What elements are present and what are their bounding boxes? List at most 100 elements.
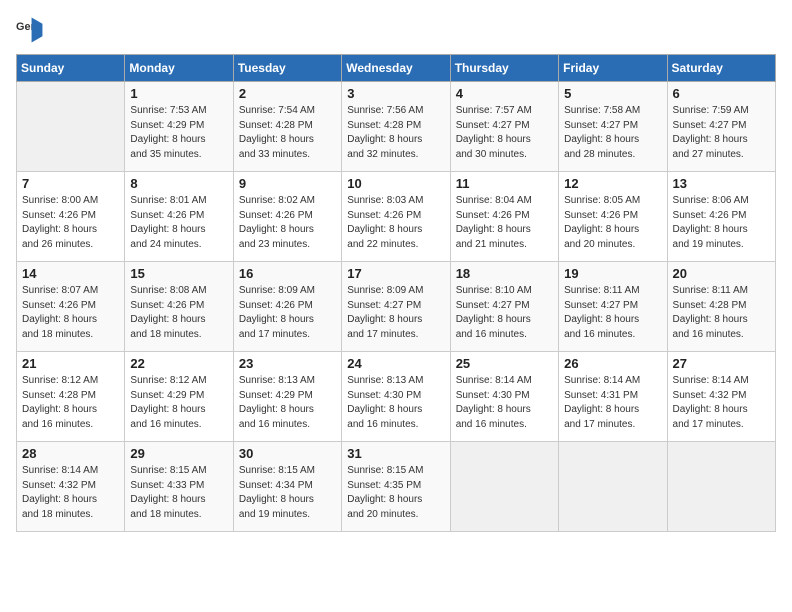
day-number: 24 — [347, 356, 444, 371]
day-info: Sunrise: 8:06 AMSunset: 4:26 PMDaylight:… — [673, 194, 770, 252]
day-number: 8 — [130, 176, 227, 191]
page-header: Gen — [16, 16, 776, 44]
calendar-cell: 20Sunrise: 8:11 AMSunset: 4:28 PMDayligh… — [667, 262, 775, 352]
header-wednesday: Wednesday — [342, 55, 450, 82]
day-info: Sunrise: 8:11 AMSunset: 4:27 PMDaylight:… — [564, 284, 661, 342]
day-number: 17 — [347, 266, 444, 281]
calendar-cell: 7 Sunrise: 8:00 AMSunset: 4:26 PMDaylight… — [17, 172, 125, 262]
day-info: Sunrise: 8:15 AMSunset: 4:33 PMDaylight:… — [130, 464, 227, 522]
calendar-cell: 24 Sunrise: 8:13 AMSunset: 4:30 PMDayligh… — [342, 352, 450, 442]
calendar-cell: 9 Sunrise: 8:02 AMSunset: 4:26 PMDaylight… — [233, 172, 341, 262]
calendar-cell: 1 Sunrise: 7:53 AMSunset: 4:29 PMDaylight… — [125, 82, 233, 172]
calendar-cell: 14 Sunrise: 8:07 AMSunset: 4:26 PMDayligh… — [17, 262, 125, 352]
calendar-week-4: 21Sunrise: 8:12 AMSunset: 4:28 PMDayligh… — [17, 352, 776, 442]
day-info: Sunrise: 8:07 AMSunset: 4:26 PMDaylight:… — [22, 284, 119, 342]
day-number: 16 — [239, 266, 336, 281]
calendar-cell: 26 Sunrise: 8:14 AMSunset: 4:31 PMDayligh… — [559, 352, 667, 442]
day-info: Sunrise: 8:14 AMSunset: 4:30 PMDaylight:… — [456, 374, 553, 432]
header-monday: Monday — [125, 55, 233, 82]
day-info: Sunrise: 7:57 AMSunset: 4:27 PMDaylight:… — [456, 104, 553, 162]
calendar-cell — [17, 82, 125, 172]
day-number: 25 — [456, 356, 553, 371]
calendar-cell: 22 Sunrise: 8:12 AMSunset: 4:29 PMDayligh… — [125, 352, 233, 442]
logo: Gen — [16, 16, 48, 44]
calendar-cell: 31 Sunrise: 8:15 AMSunset: 4:35 PMDayligh… — [342, 442, 450, 532]
calendar-cell: 25 Sunrise: 8:14 AMSunset: 4:30 PMDayligh… — [450, 352, 558, 442]
day-number: 19 — [564, 266, 661, 281]
day-number: 14 — [22, 266, 119, 281]
day-number: 6 — [673, 86, 770, 101]
day-info: Sunrise: 8:15 AMSunset: 4:34 PMDaylight:… — [239, 464, 336, 522]
day-info: Sunrise: 8:01 AMSunset: 4:26 PMDaylight:… — [130, 194, 227, 252]
day-info: Sunrise: 8:12 AMSunset: 4:28 PMDaylight:… — [22, 374, 119, 432]
day-info: Sunrise: 8:14 AMSunset: 4:32 PMDaylight:… — [673, 374, 770, 432]
calendar-cell: 3Sunrise: 7:56 AMSunset: 4:28 PMDaylight… — [342, 82, 450, 172]
day-number: 2 — [239, 86, 336, 101]
calendar-cell: 11 Sunrise: 8:04 AMSunset: 4:26 PMDayligh… — [450, 172, 558, 262]
calendar-body: 1 Sunrise: 7:53 AMSunset: 4:29 PMDaylight… — [17, 82, 776, 532]
calendar-cell: 28 Sunrise: 8:14 AMSunset: 4:32 PMDayligh… — [17, 442, 125, 532]
calendar-header-row: SundayMondayTuesdayWednesdayThursdayFrid… — [17, 55, 776, 82]
calendar-cell — [559, 442, 667, 532]
header-friday: Friday — [559, 55, 667, 82]
day-number: 7 — [22, 176, 119, 191]
header-thursday: Thursday — [450, 55, 558, 82]
day-info: Sunrise: 8:13 AMSunset: 4:30 PMDaylight:… — [347, 374, 444, 432]
calendar-cell — [450, 442, 558, 532]
day-number: 28 — [22, 446, 119, 461]
day-info: Sunrise: 8:14 AMSunset: 4:31 PMDaylight:… — [564, 374, 661, 432]
calendar-week-3: 14 Sunrise: 8:07 AMSunset: 4:26 PMDayligh… — [17, 262, 776, 352]
calendar-cell: 12Sunrise: 8:05 AMSunset: 4:26 PMDayligh… — [559, 172, 667, 262]
day-info: Sunrise: 8:11 AMSunset: 4:28 PMDaylight:… — [673, 284, 770, 342]
day-number: 3 — [347, 86, 444, 101]
day-number: 15 — [130, 266, 227, 281]
day-info: Sunrise: 8:09 AMSunset: 4:26 PMDaylight:… — [239, 284, 336, 342]
header-saturday: Saturday — [667, 55, 775, 82]
calendar-cell: 6Sunrise: 7:59 AMSunset: 4:27 PMDaylight… — [667, 82, 775, 172]
day-info: Sunrise: 8:00 AMSunset: 4:26 PMDaylight:… — [22, 194, 119, 252]
calendar-week-5: 28 Sunrise: 8:14 AMSunset: 4:32 PMDayligh… — [17, 442, 776, 532]
header-tuesday: Tuesday — [233, 55, 341, 82]
day-number: 27 — [673, 356, 770, 371]
day-number: 13 — [673, 176, 770, 191]
calendar-cell: 17Sunrise: 8:09 AMSunset: 4:27 PMDayligh… — [342, 262, 450, 352]
calendar-cell: 2 Sunrise: 7:54 AMSunset: 4:28 PMDaylight… — [233, 82, 341, 172]
calendar-week-2: 7 Sunrise: 8:00 AMSunset: 4:26 PMDaylight… — [17, 172, 776, 262]
day-number: 4 — [456, 86, 553, 101]
day-number: 9 — [239, 176, 336, 191]
day-info: Sunrise: 8:12 AMSunset: 4:29 PMDaylight:… — [130, 374, 227, 432]
logo-icon: Gen — [16, 16, 44, 44]
calendar-cell: 29 Sunrise: 8:15 AMSunset: 4:33 PMDayligh… — [125, 442, 233, 532]
day-info: Sunrise: 8:15 AMSunset: 4:35 PMDaylight:… — [347, 464, 444, 522]
calendar-cell: 18Sunrise: 8:10 AMSunset: 4:27 PMDayligh… — [450, 262, 558, 352]
calendar-cell: 13 Sunrise: 8:06 AMSunset: 4:26 PMDayligh… — [667, 172, 775, 262]
day-info: Sunrise: 8:14 AMSunset: 4:32 PMDaylight:… — [22, 464, 119, 522]
day-number: 10 — [347, 176, 444, 191]
day-info: Sunrise: 7:53 AMSunset: 4:29 PMDaylight:… — [130, 104, 227, 162]
day-number: 23 — [239, 356, 336, 371]
day-info: Sunrise: 8:04 AMSunset: 4:26 PMDaylight:… — [456, 194, 553, 252]
calendar-cell: 23 Sunrise: 8:13 AMSunset: 4:29 PMDayligh… — [233, 352, 341, 442]
day-info: Sunrise: 8:13 AMSunset: 4:29 PMDaylight:… — [239, 374, 336, 432]
day-number: 29 — [130, 446, 227, 461]
day-info: Sunrise: 7:58 AMSunset: 4:27 PMDaylight:… — [564, 104, 661, 162]
day-number: 26 — [564, 356, 661, 371]
calendar-cell: 21Sunrise: 8:12 AMSunset: 4:28 PMDayligh… — [17, 352, 125, 442]
day-number: 12 — [564, 176, 661, 191]
calendar-cell: 19 Sunrise: 8:11 AMSunset: 4:27 PMDayligh… — [559, 262, 667, 352]
day-info: Sunrise: 8:02 AMSunset: 4:26 PMDaylight:… — [239, 194, 336, 252]
calendar-cell: 10Sunrise: 8:03 AMSunset: 4:26 PMDayligh… — [342, 172, 450, 262]
calendar-cell: 27 Sunrise: 8:14 AMSunset: 4:32 PMDayligh… — [667, 352, 775, 442]
calendar-cell: 8 Sunrise: 8:01 AMSunset: 4:26 PMDaylight… — [125, 172, 233, 262]
day-number: 30 — [239, 446, 336, 461]
day-number: 11 — [456, 176, 553, 191]
calendar-cell: 5 Sunrise: 7:58 AMSunset: 4:27 PMDaylight… — [559, 82, 667, 172]
day-number: 5 — [564, 86, 661, 101]
day-number: 22 — [130, 356, 227, 371]
day-number: 18 — [456, 266, 553, 281]
day-info: Sunrise: 7:54 AMSunset: 4:28 PMDaylight:… — [239, 104, 336, 162]
day-number: 1 — [130, 86, 227, 101]
calendar-cell: 4 Sunrise: 7:57 AMSunset: 4:27 PMDaylight… — [450, 82, 558, 172]
calendar-table: SundayMondayTuesdayWednesdayThursdayFrid… — [16, 54, 776, 532]
day-number: 31 — [347, 446, 444, 461]
